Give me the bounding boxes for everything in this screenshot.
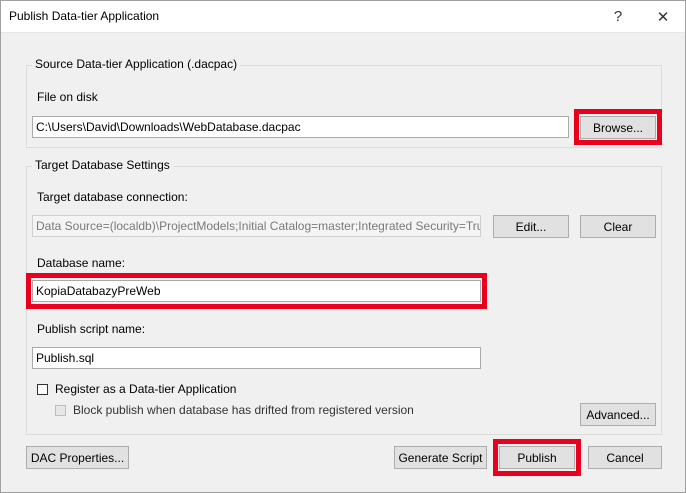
register-dac-label: Register as a Data-tier Application [55,382,237,396]
block-publish-row: Block publish when database has drifted … [55,403,414,417]
edit-connection-button[interactable]: Edit... [493,215,569,238]
target-group-title: Target Database Settings [32,158,173,172]
publish-button[interactable]: Publish [499,446,575,469]
generate-script-button[interactable]: Generate Script [394,446,487,469]
file-path-input[interactable]: C:\Users\David\Downloads\WebDatabase.dac… [32,116,569,138]
dac-properties-button[interactable]: DAC Properties... [26,446,129,469]
cancel-button[interactable]: Cancel [588,446,662,469]
database-name-label: Database name: [37,256,126,270]
title-bar: Publish Data-tier Application ? ✕ [1,1,685,33]
block-publish-label: Block publish when database has drifted … [73,403,414,417]
database-name-input[interactable]: KopiaDatabazyPreWeb [32,280,481,302]
target-connection-label: Target database connection: [37,190,188,204]
clear-connection-button[interactable]: Clear [580,215,656,238]
publish-script-label: Publish script name: [37,322,146,336]
publish-script-input[interactable]: Publish.sql [32,347,481,369]
block-publish-checkbox [55,404,66,416]
register-dac-checkbox[interactable] [37,383,48,395]
browse-button[interactable]: Browse... [580,116,656,139]
window-title: Publish Data-tier Application [9,9,160,23]
publish-dialog: Publish Data-tier Application ? ✕ Source… [0,0,686,493]
close-icon[interactable]: ✕ [643,2,683,31]
target-connection-input: Data Source=(localdb)\ProjectModels;Init… [32,215,481,237]
register-dac-row[interactable]: Register as a Data-tier Application [37,382,236,396]
source-group-title: Source Data-tier Application (.dacpac) [32,57,241,71]
file-on-disk-label: File on disk [37,90,98,104]
advanced-button[interactable]: Advanced... [580,403,656,426]
help-icon[interactable]: ? [598,2,638,31]
